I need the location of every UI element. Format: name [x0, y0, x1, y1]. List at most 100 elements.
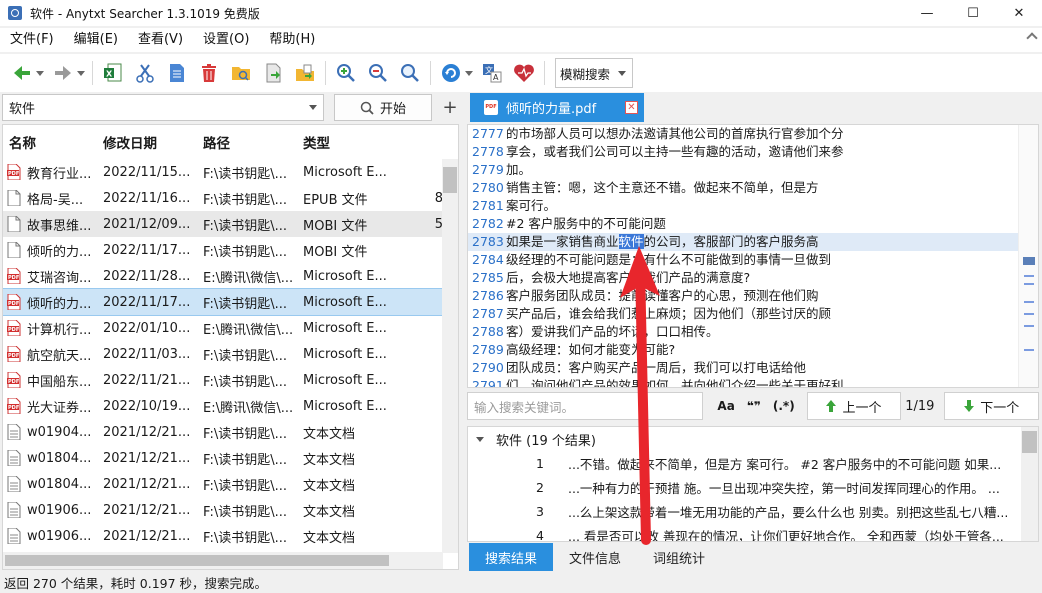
- file-type: 文本文档: [303, 504, 356, 520]
- pdf-file-icon: PDF: [7, 371, 21, 389]
- result-row[interactable]: 3 ...么上架这款带着一堆无用功能的产品，要么什么也 别卖。别把这些乱七八糟..…: [468, 499, 1038, 523]
- file-row[interactable]: w01904... 2021/12/21... F:\读书钥匙\... 文本文档: [3, 419, 458, 445]
- line-text: 的市场部人员可以想办法邀请其他公司的首席执行官参加个分: [506, 126, 844, 141]
- cut-icon[interactable]: [134, 62, 156, 84]
- add-tab-button[interactable]: +: [440, 95, 460, 119]
- heart-icon[interactable]: [513, 62, 535, 84]
- scrollbar-thumb[interactable]: [1023, 257, 1035, 265]
- arrow-down-icon: [964, 400, 975, 412]
- forward-icon[interactable]: [52, 62, 74, 84]
- file-row[interactable]: w01906... 2021/12/21... F:\读书钥匙\... 文本文档: [3, 523, 458, 549]
- file-row[interactable]: PDF 艾瑞咨询... 2022/11/28... E:\腾讯\微信\... Micro…: [3, 263, 458, 289]
- search-mode-dropdown[interactable]: 模糊搜索: [555, 58, 633, 88]
- column-type[interactable]: 类型: [303, 132, 423, 152]
- text-line: 2780 销售主管：嗯，这个主意还不错。做起来不简单，但是方: [468, 179, 1038, 197]
- file-row[interactable]: w01804... 2021/12/21... F:\读书钥匙\... 文本文档: [3, 445, 458, 471]
- result-row[interactable]: 1 ...不错。做起来不简单，但是方 案可行。 #2 客户服务中的不可能问题 如果…: [468, 451, 1038, 475]
- document-text-viewer[interactable]: 2777 的市场部人员可以想办法邀请其他公司的首席执行官参加个分 2778 享会，或者…: [467, 124, 1039, 388]
- tab-file-info[interactable]: 文件信息: [553, 543, 637, 571]
- search-icon[interactable]: [399, 62, 421, 84]
- back-dropdown-icon[interactable]: [36, 70, 44, 76]
- back-icon[interactable]: [11, 62, 33, 84]
- find-keyword-input[interactable]: 输入搜索关键词。: [467, 392, 704, 420]
- svg-text:PDF: PDF: [8, 405, 19, 411]
- file-path: F:\读书钥匙\...: [203, 218, 288, 234]
- file-row[interactable]: PDF 中国船东... 2022/11/21... F:\读书钥匙\... Micros…: [3, 367, 458, 393]
- open-file-icon[interactable]: [262, 62, 284, 84]
- file-path: F:\读书钥匙\...: [203, 478, 288, 494]
- title-bar: 软件 - Anytxt Searcher 1.3.1019 免费版 — ☐ ✕: [0, 0, 1042, 26]
- viewer-scrollbar[interactable]: [1018, 125, 1038, 387]
- column-path[interactable]: 路径: [203, 132, 303, 152]
- excel-export-icon[interactable]: X: [102, 62, 124, 84]
- search-input[interactable]: 软件: [2, 94, 324, 121]
- refresh-icon[interactable]: [440, 62, 462, 84]
- file-row[interactable]: PDF 计算机行... 2022/01/10... E:\腾讯\微信\... Micro…: [3, 315, 458, 341]
- previous-label: 上一个: [842, 400, 882, 416]
- copy-to-icon[interactable]: [294, 62, 316, 84]
- translate-icon[interactable]: 文A: [481, 62, 503, 84]
- file-path: F:\读书钥匙\...: [203, 192, 288, 208]
- column-name[interactable]: 名称: [3, 132, 103, 152]
- expand-collapse-icon[interactable]: [476, 436, 484, 442]
- file-name-cell: PDF 计算机行...: [3, 319, 103, 338]
- text-line: 2790 团队成员：客户购买产品一周后，我们可以打电话给他: [468, 359, 1038, 377]
- results-group-header[interactable]: 软件 (19 个结果): [468, 427, 1038, 451]
- scrollbar-thumb[interactable]: [443, 167, 457, 193]
- file-date: 2021/12/21...: [103, 502, 191, 518]
- file-row[interactable]: PDF 航空航天... 2022/11/03... F:\读书钥匙\... Micros…: [3, 341, 458, 367]
- file-row[interactable]: 倾听的力... 2022/11/17... F:\读书钥匙\... MOBI 文件: [3, 237, 458, 263]
- results-group-label: 软件 (19 个结果): [496, 433, 596, 449]
- menu-edit[interactable]: 编辑(E): [64, 28, 128, 52]
- whole-word-button[interactable]: ❝❞: [741, 392, 767, 420]
- search-mode-label: 模糊搜索: [560, 66, 611, 82]
- menu-file[interactable]: 文件(F): [0, 28, 64, 52]
- delete-icon[interactable]: [198, 62, 220, 84]
- maximize-button[interactable]: ☐: [950, 0, 996, 26]
- document-tab[interactable]: 倾听的力量.pdf ✕: [470, 93, 644, 122]
- regex-button[interactable]: (.*): [767, 392, 801, 420]
- file-list-horizontal-scrollbar[interactable]: [3, 552, 443, 569]
- scrollbar-thumb[interactable]: [1022, 431, 1037, 453]
- menu-settings[interactable]: 设置(O): [193, 28, 259, 52]
- result-row[interactable]: 4 ... 看是否可以改 善现在的情况，让你们更好地合作。 全和西蒙（均处于管各.…: [468, 523, 1038, 542]
- result-row[interactable]: 2 ...一种有力的干预措 施。一旦出现冲突失控，第一时间发挥同理心的作用。 ..…: [468, 475, 1038, 499]
- file-row[interactable]: w01906... 2021/12/21... F:\读书钥匙\... 文本文档: [3, 497, 458, 523]
- text-line: 2777 的市场部人员可以想办法邀请其他公司的首席执行官参加个分: [468, 125, 1038, 143]
- file-row[interactable]: w01804... 2021/12/21... F:\读书钥匙\... 文本文档: [3, 471, 458, 497]
- file-type: Microsoft E...: [303, 346, 387, 362]
- next-match-button[interactable]: 下一个: [944, 392, 1039, 420]
- file-row[interactable]: PDF 光大证券... 2022/10/19... E:\腾讯\微信\... Micro…: [3, 393, 458, 419]
- zoom-out-icon[interactable]: [367, 62, 389, 84]
- document-icon[interactable]: [166, 62, 188, 84]
- find-bar: 输入搜索关键词。 Aa ❝❞ (.*) 上一个 1/19 下一个: [467, 390, 1039, 422]
- zoom-in-icon[interactable]: [335, 62, 357, 84]
- column-modified-date[interactable]: 修改日期: [103, 132, 203, 152]
- results-scrollbar[interactable]: [1021, 427, 1038, 541]
- menu-help[interactable]: 帮助(H): [259, 28, 325, 52]
- file-type: Microsoft E...: [303, 164, 387, 180]
- tab-phrase-stats[interactable]: 词组统计: [637, 543, 721, 571]
- file-name-cell: PDF 光大证券...: [3, 397, 103, 416]
- file-path: F:\读书钥匙\...: [203, 166, 288, 182]
- line-number: 2783: [472, 234, 504, 249]
- chevron-down-icon[interactable]: [309, 105, 317, 110]
- scrollbar-thumb[interactable]: [5, 555, 389, 566]
- start-search-button[interactable]: 开始: [334, 94, 432, 121]
- text-file-icon: [7, 502, 21, 518]
- file-row[interactable]: 故事思维... 2021/12/09... F:\读书钥匙\... MOBI 文件 5: [3, 211, 458, 237]
- file-row[interactable]: PDF 教育行业... 2022/11/15... F:\读书钥匙\... Micros…: [3, 159, 458, 185]
- file-list-vertical-scrollbar[interactable]: [442, 159, 458, 553]
- minimize-button[interactable]: —: [904, 0, 950, 26]
- open-folder-icon[interactable]: [230, 62, 252, 84]
- close-tab-icon[interactable]: ✕: [625, 101, 638, 114]
- match-case-button[interactable]: Aa: [711, 392, 740, 420]
- menu-view[interactable]: 查看(V): [128, 28, 193, 52]
- forward-dropdown-icon[interactable]: [77, 70, 85, 76]
- file-row[interactable]: PDF 倾听的力... 2022/11/17... F:\读书钥匙\... Micros…: [3, 288, 458, 316]
- close-window-button[interactable]: ✕: [996, 0, 1042, 26]
- previous-match-button[interactable]: 上一个: [806, 392, 902, 420]
- refresh-dropdown-icon[interactable]: [465, 70, 473, 76]
- tab-search-results[interactable]: 搜索结果: [469, 543, 554, 571]
- file-row[interactable]: 格局-吴... 2022/11/16... F:\读书钥匙\... EPUB 文件 8: [3, 185, 458, 211]
